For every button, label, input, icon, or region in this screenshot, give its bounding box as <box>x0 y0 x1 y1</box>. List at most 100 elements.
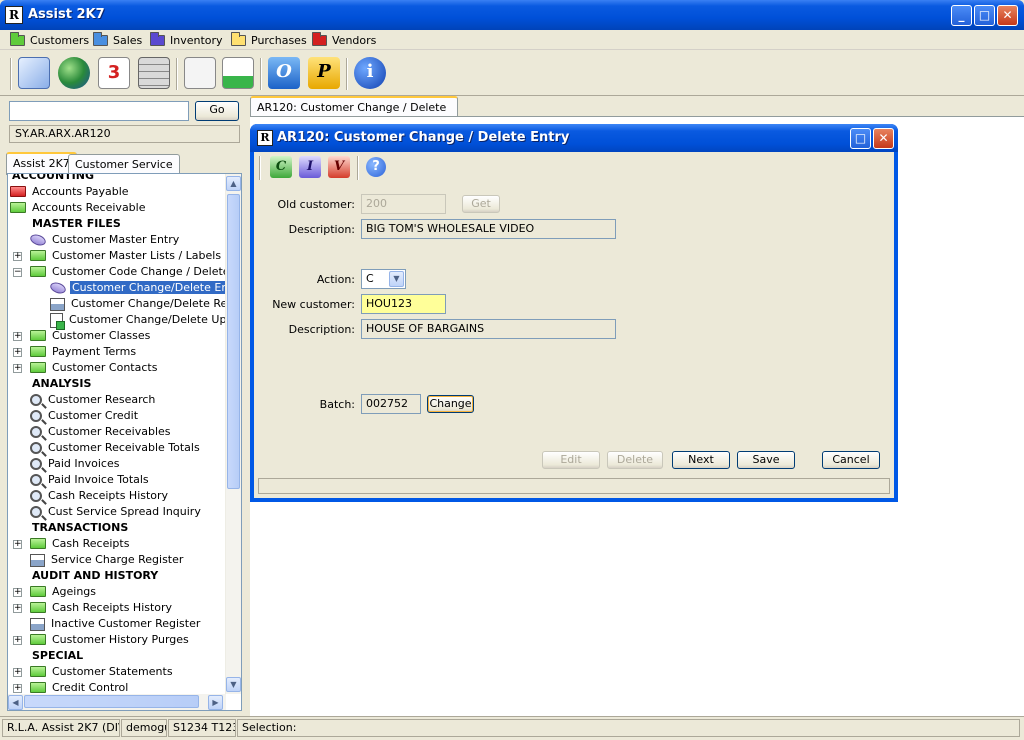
get-button[interactable]: Get <box>462 195 500 213</box>
tree-item[interactable]: Customer Credit <box>30 408 140 424</box>
tree-item[interactable]: Paid Invoices <box>30 456 121 472</box>
tab-assist-2k7[interactable]: Assist 2K7 <box>6 152 77 175</box>
menu-purchases[interactable]: Purchases <box>231 31 307 48</box>
card-icon[interactable] <box>184 57 216 89</box>
mail-icon[interactable] <box>18 57 50 89</box>
scroll-thumb[interactable] <box>24 695 199 708</box>
entry-icon <box>48 280 68 296</box>
tree-item[interactable]: − Customer Code Change / Delete <box>13 264 232 280</box>
dialog-close-button[interactable]: ✕ <box>873 128 894 149</box>
tree-item-label: Customer Contacts <box>52 361 158 374</box>
new-description-field: HOUSE OF BARGAINS <box>361 319 616 339</box>
tree-item[interactable]: + Customer History Purges <box>13 632 191 648</box>
p-app-icon[interactable]: P <box>308 57 340 89</box>
report-icon[interactable] <box>222 57 254 89</box>
tree-item[interactable]: + Cash Receipts History <box>13 600 174 616</box>
tree-item-label: Service Charge Register <box>51 553 184 566</box>
tree-item[interactable]: Customer Change/Delete Report <box>50 296 242 312</box>
expand-icon[interactable]: + <box>13 252 22 261</box>
close-button[interactable]: ✕ <box>997 5 1018 26</box>
collapse-icon[interactable]: − <box>13 268 22 277</box>
i-icon[interactable]: I <box>299 156 321 178</box>
expand-icon[interactable]: + <box>13 636 22 645</box>
app-logo-icon: R <box>257 130 273 146</box>
tree-item[interactable]: Cash Receipts History <box>30 488 170 504</box>
go-button[interactable]: Go <box>195 101 239 121</box>
calendar-icon[interactable]: 3 <box>98 57 130 89</box>
maximize-button[interactable]: □ <box>974 5 995 26</box>
expand-icon[interactable]: + <box>13 348 22 357</box>
expand-icon[interactable]: + <box>13 588 22 597</box>
tree-item[interactable]: Accounts Payable <box>10 184 131 200</box>
menu-inventory[interactable]: Inventory <box>150 31 223 48</box>
cancel-button[interactable]: Cancel <box>822 451 880 469</box>
menu-customers[interactable]: Customers <box>10 31 89 48</box>
window-title-bar[interactable]: R Assist 2K7 _ □ ✕ <box>0 0 1024 30</box>
dialog-title-bar[interactable]: R AR120: Customer Change / Delete Entry … <box>250 124 898 152</box>
old-customer-field[interactable]: 200 <box>361 194 446 214</box>
tree-item[interactable]: + Ageings <box>13 584 98 600</box>
info-icon[interactable]: i <box>354 57 386 89</box>
tree-item[interactable]: + Customer Classes <box>13 328 152 344</box>
tree-item[interactable]: Customer Change/Delete Update <box>50 312 241 330</box>
printer-icon <box>30 553 45 567</box>
scroll-thumb[interactable] <box>227 194 240 489</box>
c-icon[interactable]: C <box>270 156 292 178</box>
edit-button[interactable]: Edit <box>542 451 600 469</box>
expand-icon[interactable]: + <box>13 332 22 341</box>
save-button[interactable]: Save <box>737 451 795 469</box>
tree-item-label: ACCOUNTING <box>12 173 94 182</box>
expand-icon[interactable]: + <box>13 540 22 549</box>
tree-item[interactable]: Paid Invoice Totals <box>30 472 151 488</box>
v-icon[interactable]: V <box>328 156 350 178</box>
outlook-icon[interactable]: O <box>268 57 300 89</box>
tree-item[interactable]: + Customer Statements <box>13 664 175 680</box>
folder-icon <box>30 361 46 373</box>
globe-icon[interactable] <box>58 57 90 89</box>
tree-item[interactable]: Customer Master Entry <box>28 232 181 248</box>
scroll-left-icon[interactable]: ◀ <box>8 695 23 710</box>
scroll-down-icon[interactable]: ▼ <box>226 677 241 692</box>
tab-ar120[interactable]: AR120: Customer Change / Delete Entry <box>250 96 458 133</box>
tree-heading: AUDIT AND HISTORY <box>30 568 160 584</box>
new-customer-field[interactable]: HOU123 <box>361 294 446 314</box>
dialog-maximize-button[interactable]: □ <box>850 128 871 149</box>
help-icon[interactable]: ? <box>366 157 386 177</box>
scroll-up-icon[interactable]: ▲ <box>226 176 241 191</box>
tree-item[interactable]: + Payment Terms <box>13 344 138 360</box>
tree-item[interactable]: Customer Receivable Totals <box>30 440 202 456</box>
tree-item[interactable]: + Customer Contacts <box>13 360 159 376</box>
tree-item[interactable]: Customer Receivables <box>30 424 173 440</box>
tree-item-label: Customer Statements <box>52 665 173 678</box>
tree-item[interactable]: Inactive Customer Register <box>30 616 202 632</box>
tree-item-label: ANALYSIS <box>32 377 92 390</box>
tree-item[interactable]: Service Charge Register <box>30 552 185 568</box>
action-select[interactable]: C ▼ <box>361 269 406 289</box>
calculator-icon[interactable] <box>138 57 170 89</box>
search-input[interactable] <box>9 101 189 121</box>
tree-vertical-scrollbar[interactable]: ▲ ▼ <box>225 174 241 694</box>
chevron-down-icon[interactable]: ▼ <box>389 271 404 287</box>
tree-heading: ANALYSIS <box>30 376 93 392</box>
tree-item-label: Customer Change/Delete Report <box>71 297 242 310</box>
tree-item[interactable]: + Customer Master Lists / Labels <box>13 248 223 264</box>
tree-item[interactable]: + Cash Receipts <box>13 536 131 552</box>
tree-item[interactable]: Customer Change/Delete Entry <box>48 280 241 296</box>
delete-button[interactable]: Delete <box>607 451 663 469</box>
tree-item[interactable]: Customer Research <box>30 392 157 408</box>
scroll-right-icon[interactable]: ▶ <box>208 695 223 710</box>
expand-icon[interactable]: + <box>13 668 22 677</box>
tree-horizontal-scrollbar[interactable]: ◀ ▶ <box>8 694 226 710</box>
folder-icon <box>30 329 46 341</box>
minimize-button[interactable]: _ <box>951 5 972 26</box>
next-button[interactable]: Next <box>672 451 730 469</box>
menu-sales[interactable]: Sales <box>93 31 142 48</box>
tree-item[interactable]: Accounts Receivable <box>10 200 148 216</box>
change-button[interactable]: Change <box>427 395 474 413</box>
tree-item[interactable]: Cust Service Spread Inquiry <box>30 504 203 520</box>
expand-icon[interactable]: + <box>13 604 22 613</box>
expand-icon[interactable]: + <box>13 684 22 693</box>
expand-icon[interactable]: + <box>13 364 22 373</box>
tab-customer-service[interactable]: Customer Service <box>68 154 180 175</box>
menu-vendors[interactable]: Vendors <box>312 31 376 48</box>
